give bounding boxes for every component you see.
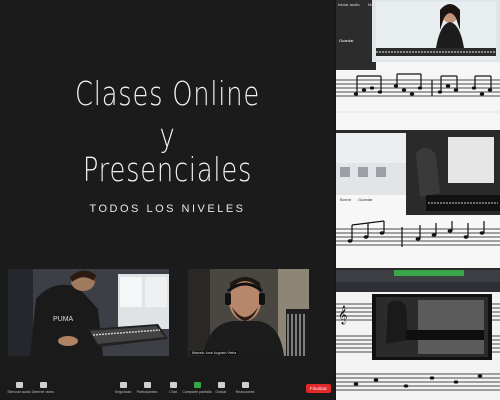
participant-name-2: Marcelo José Augusto Vieira — [190, 351, 239, 355]
delete-button[interactable]: Borrar — [340, 197, 351, 202]
save-label-top: Guardar — [339, 38, 354, 43]
video-camera-icon — [39, 382, 47, 388]
more-label: Más — [368, 2, 376, 7]
screenshot-panel-2: Borrar Guardar — [336, 133, 500, 268]
title-line-1: Clases Online — [75, 74, 260, 113]
reactions-icon — [241, 382, 249, 388]
screenshot-panel-1: Iniciar audio Más Guardar — [336, 0, 500, 130]
participant-video-1[interactable]: PUMA — [8, 269, 169, 356]
title-line-3: Presenciales — [82, 150, 253, 189]
participant-video-2[interactable]: Marcelo José Augusto Vieira — [188, 269, 309, 356]
video-frame-2 — [188, 269, 309, 356]
video-frame-1: PUMA — [8, 269, 169, 356]
panel-1-graphic — [336, 0, 500, 130]
participants-icon — [143, 382, 151, 388]
meeting-toolbar: Silenciar audio Detener video Seguridad … — [0, 378, 335, 400]
record-icon — [217, 382, 225, 388]
delete-label: Borrar — [340, 197, 352, 202]
start-audio-label: Iniciar audio — [338, 2, 360, 7]
save-button-top[interactable]: Guardar — [339, 38, 354, 43]
start-audio-button[interactable]: Iniciar audio — [338, 2, 360, 7]
more-button[interactable]: Más — [368, 2, 376, 7]
save-label-mid: Guardar — [358, 197, 373, 202]
reactions-label: Reacciones — [235, 390, 255, 394]
chat-icon — [169, 382, 177, 388]
svg-text:𝄞: 𝄞 — [338, 305, 347, 325]
save-button-mid[interactable]: Guardar — [358, 197, 373, 202]
panel-3-graphic: 𝄞 — [336, 270, 500, 400]
subtitle: TODOS LOS NIVELES — [89, 203, 246, 215]
microphone-icon — [15, 382, 23, 388]
stop-video-button[interactable]: Detener video — [28, 382, 58, 394]
screenshot-panel-3: 𝄞 — [336, 270, 500, 400]
left-promo-panel: Clases Online y Presenciales TODOS LOS N… — [0, 0, 335, 400]
reactions-button[interactable]: Reacciones — [230, 382, 260, 394]
stop-video-label: Detener video — [31, 390, 55, 394]
share-screen-icon — [193, 382, 201, 388]
shield-icon — [119, 382, 127, 388]
end-meeting-button[interactable]: Finalizar — [305, 384, 331, 393]
svg-text:PUMA: PUMA — [53, 316, 74, 323]
